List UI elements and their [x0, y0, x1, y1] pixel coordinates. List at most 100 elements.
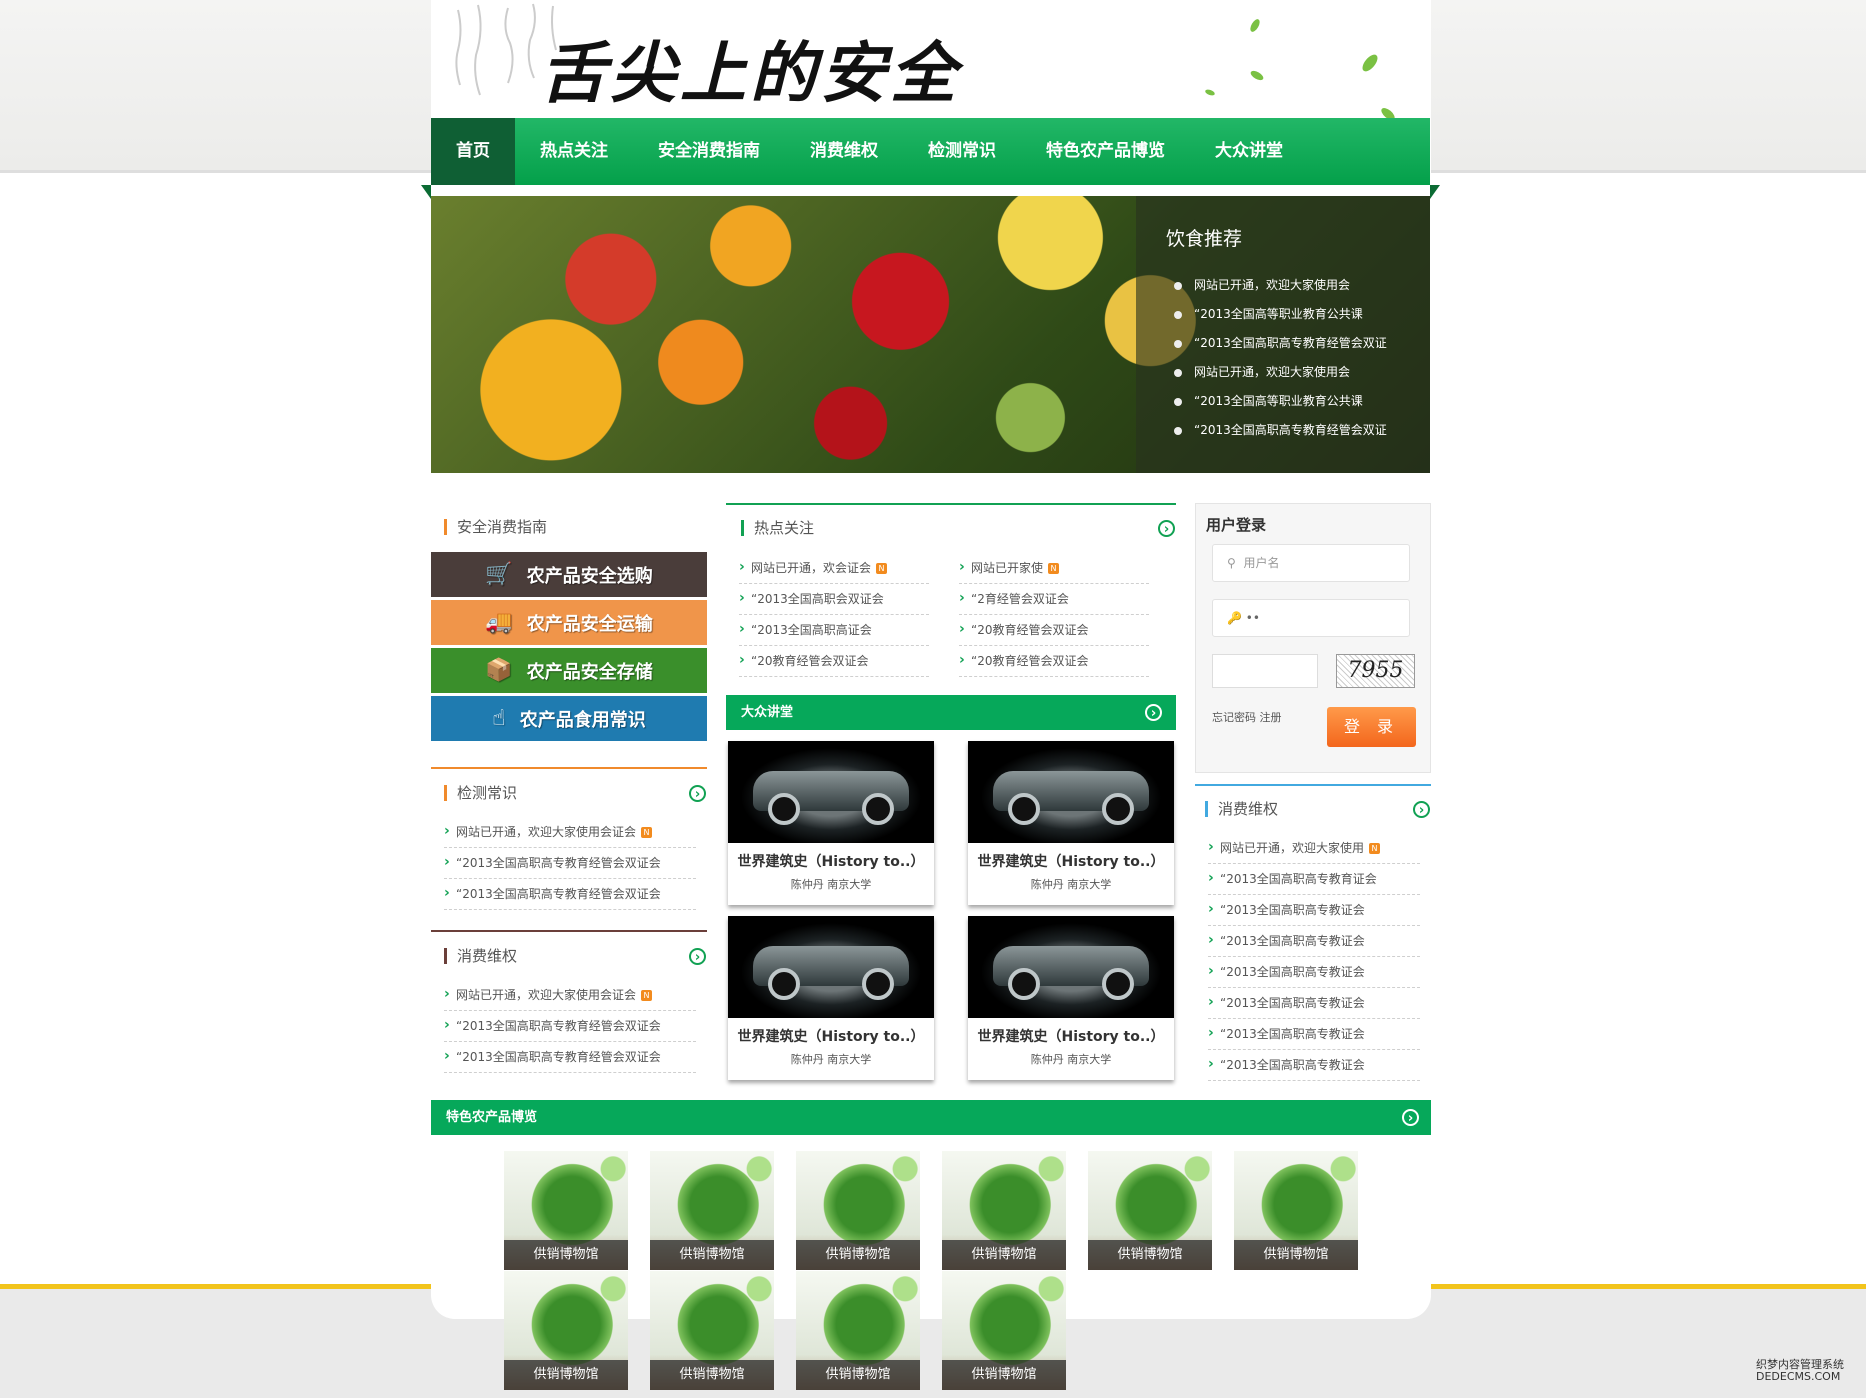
list-item[interactable]: “2013全国高职高证会: [739, 614, 929, 646]
product-card[interactable]: 供销博物馆: [504, 1151, 628, 1270]
hero-banner: 饮食推荐 网站已开通，欢迎大家使用会 “2013全国高等职业教育公共课 “201…: [431, 196, 1430, 473]
hot-list-col2: 网站已开家使N “2育经管会双证会 “20教育经管会双证会 “20教育经管会双证…: [959, 552, 1149, 677]
course-card[interactable]: 世界建筑史（History to..） 陈仲丹 南京大学: [968, 916, 1174, 1080]
product-card[interactable]: 供销博物馆: [1088, 1151, 1212, 1270]
nav-item-hot[interactable]: 热点关注: [515, 118, 633, 185]
list-item[interactable]: “2013全国高等职业教育公共课: [1174, 387, 1430, 416]
username-field[interactable]: ⚲ 用户名: [1212, 544, 1410, 582]
more-arrow-icon[interactable]: ›: [689, 785, 706, 802]
nav-fold-left: [421, 185, 431, 199]
course-meta: 陈仲丹 南京大学: [1030, 878, 1112, 891]
hot-list-col1: 网站已开通，欢会证会N “2013全国高职会双证会 “2013全国高职高证会 “…: [739, 552, 929, 677]
list-item[interactable]: “2013全国高职高专教证会: [1208, 956, 1420, 988]
list-item[interactable]: “2013全国高职高专教证会: [1208, 1018, 1420, 1050]
list-item[interactable]: 网站已开通，欢迎大家使用会证会N: [444, 816, 696, 848]
list-item[interactable]: “2013全国高职会双证会: [739, 583, 929, 615]
forgot-register-links[interactable]: 忘记密码 注册: [1212, 709, 1282, 725]
nav-item-home[interactable]: 首页: [431, 118, 515, 185]
section-top-line: [431, 930, 707, 932]
product-caption: 供销博物馆: [650, 1360, 774, 1390]
lecture-title: 大众讲堂: [741, 705, 794, 720]
course-thumbnail: [728, 916, 934, 1018]
list-item[interactable]: “2013全国高等职业教育公共课: [1174, 300, 1430, 329]
list-item[interactable]: 网站已开通，欢会证会N: [739, 552, 929, 584]
list-item[interactable]: “2013全国高职高专教育经管会双证会: [444, 847, 696, 879]
course-meta: 陈仲丹 南京大学: [790, 1053, 872, 1066]
nav-item-guide[interactable]: 安全消费指南: [633, 118, 785, 185]
password-field[interactable]: 🔑 ••: [1212, 599, 1410, 637]
user-icon: ⚲: [1227, 556, 1236, 570]
list-item[interactable]: “2育经管会双证会: [959, 583, 1149, 615]
product-card[interactable]: 供销博物馆: [796, 1271, 920, 1390]
more-arrow-icon[interactable]: ›: [689, 948, 706, 965]
guide-button-knowledge[interactable]: ☝ 农产品食用常识: [431, 696, 707, 741]
list-item[interactable]: “2013全国高职高专教育经管会双证会: [444, 1041, 696, 1073]
more-arrow-icon[interactable]: ›: [1158, 520, 1175, 537]
list-item[interactable]: “20教育经管会双证会: [739, 645, 929, 677]
captcha-input[interactable]: [1212, 654, 1318, 688]
list-item[interactable]: 网站已开通，欢迎大家使用会证会N: [444, 979, 696, 1011]
product-caption: 供销博物馆: [1234, 1240, 1358, 1270]
rights-left-section-title: 消费维权: [444, 948, 517, 964]
box-icon: 📦: [485, 658, 513, 683]
guide-button-storage[interactable]: 📦 农产品安全存储: [431, 648, 707, 693]
course-title: 世界建筑史（History to..）: [977, 854, 1165, 870]
product-caption: 供销博物馆: [1088, 1240, 1212, 1270]
course-card[interactable]: 世界建筑史（History to..） 陈仲丹 南京大学: [728, 741, 934, 905]
course-card[interactable]: 世界建筑史（History to..） 陈仲丹 南京大学: [968, 741, 1174, 905]
guide-button-transport[interactable]: 🚚 农产品安全运输: [431, 600, 707, 645]
course-title: 世界建筑史（History to..）: [737, 854, 925, 870]
list-item[interactable]: “2013全国高职高专教育经管会双证会: [444, 878, 696, 910]
nav-fold-right: [1430, 185, 1440, 199]
site-logo[interactable]: 舌尖上的安全: [540, 20, 960, 116]
key-icon: 🔑: [1227, 611, 1242, 625]
list-item[interactable]: “2013全国高职高专教育经管会双证: [1174, 416, 1430, 445]
list-item[interactable]: 网站已开通，欢迎大家使用会: [1174, 271, 1430, 300]
detect-list: 网站已开通，欢迎大家使用会证会N “2013全国高职高专教育经管会双证会 “20…: [444, 816, 696, 910]
login-button[interactable]: 登 录: [1327, 707, 1416, 747]
product-card[interactable]: 供销博物馆: [650, 1151, 774, 1270]
product-caption: 供销博物馆: [650, 1240, 774, 1270]
rights-right-list: 网站已开通，欢迎大家使用N “2013全国高职高专教育证会 “2013全国高职高…: [1208, 832, 1420, 1081]
list-item[interactable]: “20教育经管会双证会: [959, 645, 1149, 677]
product-card[interactable]: 供销博物馆: [650, 1271, 774, 1390]
rss-icon: N: [876, 563, 888, 574]
list-item[interactable]: “2013全国高职高专教证会: [1208, 894, 1420, 926]
guide-button-select[interactable]: 🛒 农产品安全选购: [431, 552, 707, 597]
product-card[interactable]: 供销博物馆: [942, 1271, 1066, 1390]
detect-section-title: 检测常识: [444, 785, 517, 801]
captcha-image[interactable]: 7955: [1336, 654, 1415, 688]
guide-button-label: 农产品安全存储: [526, 661, 653, 683]
course-thumbnail: [968, 916, 1174, 1018]
list-item[interactable]: 网站已开通，欢迎大家使用N: [1208, 832, 1420, 864]
guide-button-label: 农产品食用常识: [519, 709, 646, 731]
nav-item-rights[interactable]: 消费维权: [785, 118, 903, 185]
more-arrow-icon[interactable]: ›: [1145, 704, 1162, 721]
rights-right-section-title: 消费维权: [1205, 801, 1278, 817]
more-arrow-icon[interactable]: ›: [1402, 1109, 1419, 1126]
product-card[interactable]: 供销博物馆: [942, 1151, 1066, 1270]
nav-item-special[interactable]: 特色农产品博览: [1021, 118, 1190, 185]
list-item[interactable]: “2013全国高职高专教证会: [1208, 987, 1420, 1019]
list-item[interactable]: “2013全国高职高专教证会: [1208, 925, 1420, 957]
course-thumbnail: [968, 741, 1174, 843]
course-card[interactable]: 世界建筑史（History to..） 陈仲丹 南京大学: [728, 916, 934, 1080]
more-arrow-icon[interactable]: ›: [1413, 801, 1430, 818]
nav-item-detect[interactable]: 检测常识: [903, 118, 1021, 185]
list-item[interactable]: 网站已开通，欢迎大家使用会: [1174, 358, 1430, 387]
course-meta: 陈仲丹 南京大学: [1030, 1053, 1112, 1066]
product-caption: 供销博物馆: [942, 1360, 1066, 1390]
product-card[interactable]: 供销博物馆: [796, 1151, 920, 1270]
list-item[interactable]: “2013全国高职高专教育经管会双证会: [444, 1010, 696, 1042]
list-item[interactable]: “2013全国高职高专教育证会: [1208, 863, 1420, 895]
list-item[interactable]: 网站已开家使N: [959, 552, 1149, 584]
product-card[interactable]: 供销博物馆: [504, 1271, 628, 1390]
nav-item-lecture[interactable]: 大众讲堂: [1190, 118, 1308, 185]
rss-icon: N: [641, 990, 653, 1001]
list-item[interactable]: “20教育经管会双证会: [959, 614, 1149, 646]
login-panel: 用户登录 ⚲ 用户名 🔑 •• 7955 忘记密码 注册 登 录: [1195, 503, 1431, 773]
list-item[interactable]: “2013全国高职高专教证会: [1208, 1049, 1420, 1081]
product-card[interactable]: 供销博物馆: [1234, 1151, 1358, 1270]
list-item[interactable]: “2013全国高职高专教育经管会双证: [1174, 329, 1430, 358]
hot-section-title: 热点关注: [741, 520, 814, 536]
